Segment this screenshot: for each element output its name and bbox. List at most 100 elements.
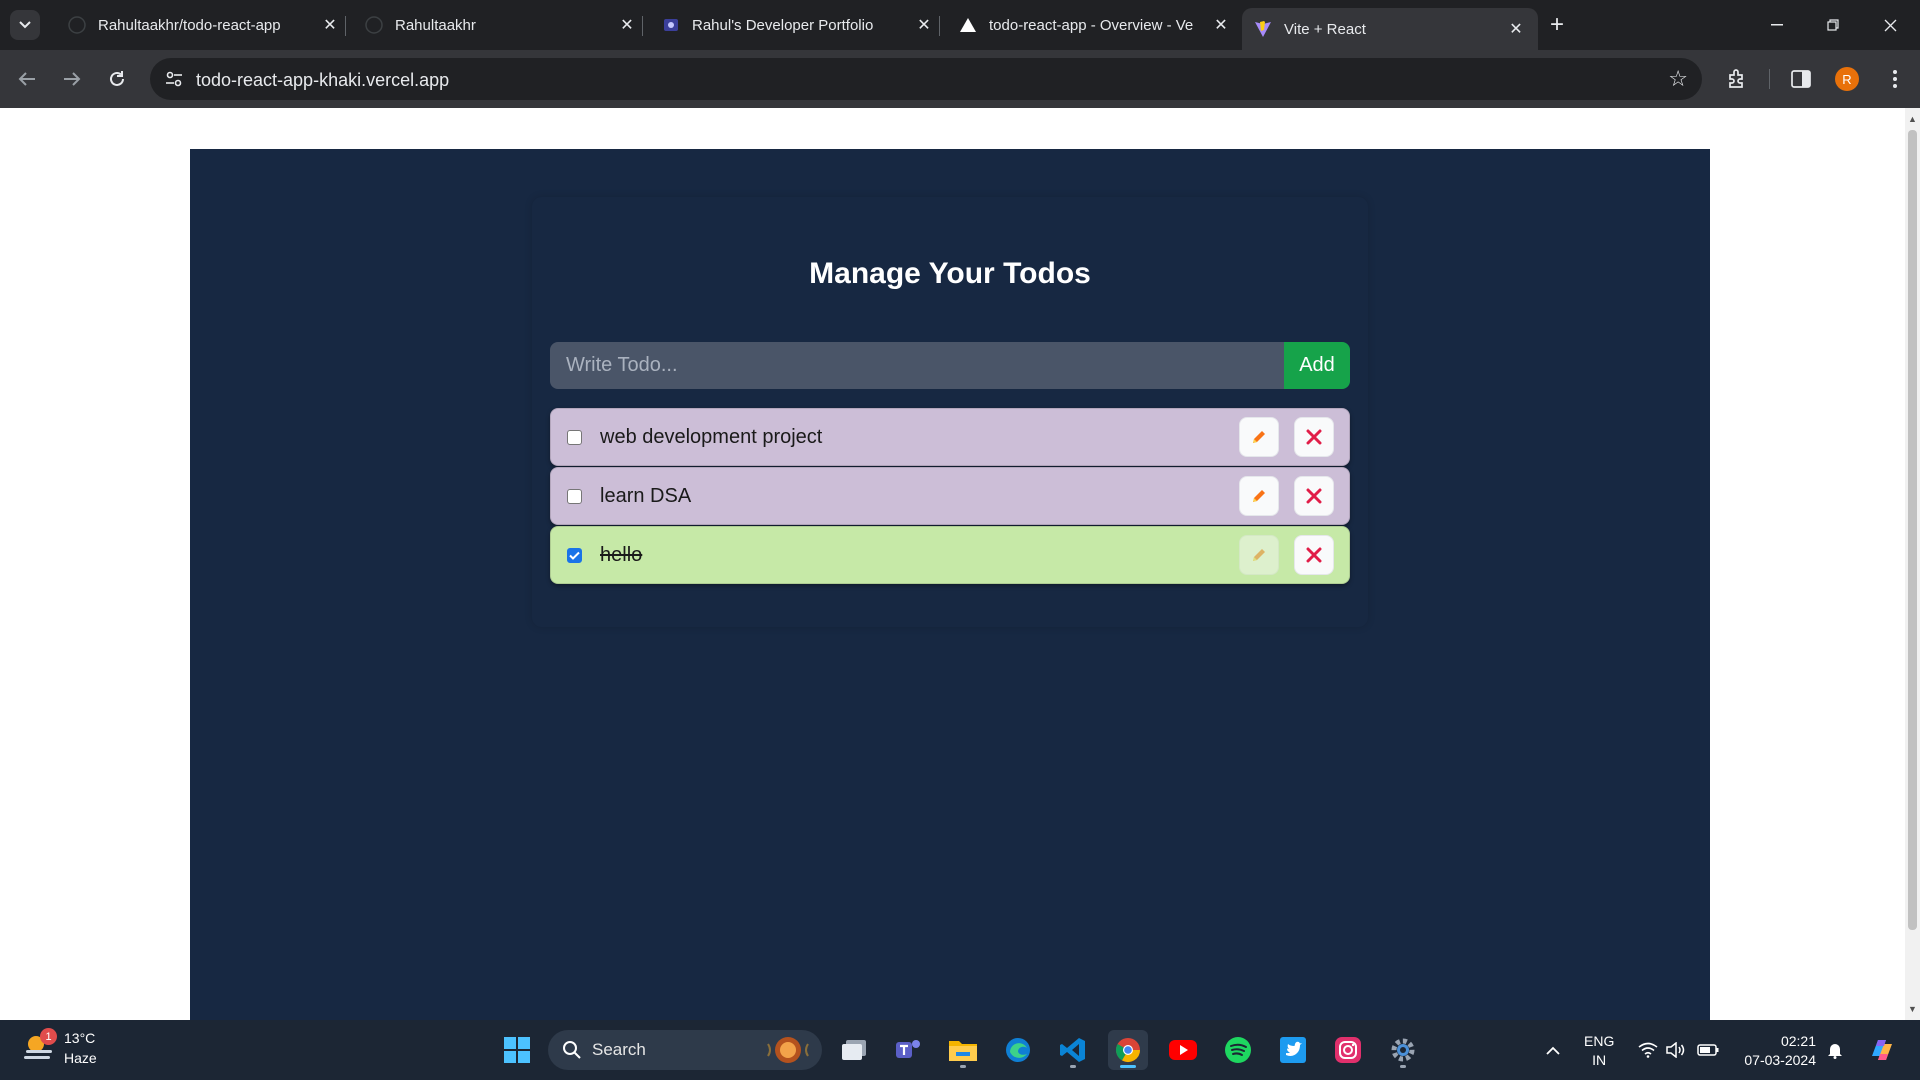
file-explorer-icon[interactable]: [943, 1030, 983, 1070]
extensions-icon[interactable]: [1722, 64, 1752, 94]
notification-bell-icon[interactable]: [1822, 1020, 1848, 1080]
minimize-button[interactable]: [1754, 8, 1800, 42]
back-button[interactable]: [10, 62, 44, 96]
settings-icon[interactable]: [1383, 1030, 1423, 1070]
haze-weather-icon: 1: [22, 1028, 58, 1066]
region-code: IN: [1592, 1052, 1607, 1068]
tab-separator: [642, 16, 643, 36]
edge-icon[interactable]: [998, 1030, 1038, 1070]
edit-button-disabled: [1239, 535, 1279, 575]
browser-toolbar: todo-react-app-khaki.vercel.app ☆: [0, 50, 1920, 108]
close-icon[interactable]: ✕: [320, 15, 340, 35]
running-indicator: [1070, 1065, 1076, 1068]
chrome-icon[interactable]: [1108, 1030, 1148, 1070]
side-panel-icon[interactable]: [1786, 64, 1816, 94]
wifi-icon[interactable]: [1634, 1020, 1662, 1080]
search-icon: [563, 1041, 581, 1059]
profile-avatar[interactable]: R: [1835, 67, 1859, 91]
task-view-icon[interactable]: [834, 1030, 874, 1070]
teams-icon[interactable]: [888, 1030, 928, 1070]
todo-text[interactable]: hello: [600, 544, 1239, 567]
language-indicator[interactable]: ENG IN: [1584, 1032, 1614, 1070]
pencil-icon: [1253, 431, 1265, 443]
restore-button[interactable]: [1810, 8, 1856, 42]
forward-button[interactable]: [55, 62, 89, 96]
vite-icon: [1254, 20, 1272, 38]
pencil-icon: [1253, 490, 1265, 502]
tab-github-profile[interactable]: Rahultaakhr ✕: [353, 8, 649, 42]
volume-icon[interactable]: [1662, 1020, 1690, 1080]
close-icon[interactable]: ✕: [914, 15, 934, 35]
new-tab-button[interactable]: +: [1542, 10, 1572, 40]
battery-icon[interactable]: [1694, 1020, 1722, 1080]
weather-widget[interactable]: 1 13°C Haze: [22, 1028, 97, 1068]
todo-text[interactable]: learn DSA: [600, 485, 1239, 508]
system-clock[interactable]: 02:21 07-03-2024: [1732, 1032, 1816, 1070]
chevron-down-icon: [19, 21, 31, 29]
bookmark-star-icon[interactable]: ☆: [1668, 66, 1688, 92]
tab-portfolio[interactable]: Rahul's Developer Portfolio ✕: [650, 8, 946, 42]
scroll-up-arrow-icon[interactable]: ▲: [1908, 114, 1917, 124]
copilot-icon[interactable]: [1864, 1020, 1900, 1080]
tab-strip: Rahultaakhr/todo-react-app ✕ Rahultaakhr…: [0, 0, 1920, 50]
running-indicator: [1120, 1065, 1136, 1068]
page-title: Manage Your Todos: [809, 257, 1091, 290]
url-text: todo-react-app-khaki.vercel.app: [196, 70, 450, 90]
weather-condition: Haze: [64, 1050, 97, 1066]
tab-title: Rahultaakhr: [395, 16, 476, 34]
windows-start-icon[interactable]: [497, 1030, 537, 1070]
search-label: Search: [592, 1040, 646, 1059]
tab-separator: [939, 16, 940, 36]
todo-checkbox-checked[interactable]: [567, 547, 582, 563]
notification-badge: 1: [40, 1028, 57, 1045]
windows-taskbar: 1 13°C Haze Search ENG IN 02:21 07-03-20…: [0, 1020, 1920, 1080]
menu-kebab-icon[interactable]: [1880, 64, 1910, 94]
scrollbar-thumb[interactable]: [1908, 130, 1917, 930]
edit-button[interactable]: [1239, 476, 1279, 516]
todo-text[interactable]: web development project: [600, 426, 1239, 449]
twitter-icon[interactable]: [1273, 1030, 1313, 1070]
vercel-icon: [959, 16, 977, 34]
show-hidden-icons-chevron-up-icon[interactable]: [1538, 1020, 1568, 1080]
tab-github-repo[interactable]: Rahultaakhr/todo-react-app ✕: [56, 8, 352, 42]
github-icon: [365, 16, 383, 34]
tab-vercel[interactable]: todo-react-app - Overview - Ve ✕: [947, 8, 1243, 42]
spotify-icon[interactable]: [1218, 1030, 1258, 1070]
close-icon[interactable]: ✕: [1506, 19, 1526, 39]
delete-button[interactable]: [1294, 417, 1334, 457]
close-window-button[interactable]: [1867, 8, 1913, 42]
arrow-right-icon: [64, 72, 81, 86]
reload-button[interactable]: [100, 62, 134, 96]
add-button[interactable]: Add: [1284, 342, 1350, 389]
reload-icon: [110, 71, 124, 86]
instagram-icon[interactable]: [1328, 1030, 1368, 1070]
taskbar-search[interactable]: Search: [548, 1030, 822, 1070]
running-indicator: [960, 1065, 966, 1068]
scroll-down-arrow-icon[interactable]: ▼: [1908, 1004, 1917, 1014]
todo-item: web development project: [550, 408, 1350, 466]
running-indicator: [1400, 1065, 1406, 1068]
search-highlight-icon: [758, 1034, 818, 1066]
delete-button[interactable]: [1294, 535, 1334, 575]
close-icon: [1306, 547, 1322, 563]
tab-vite-react[interactable]: Vite + React ✕: [1242, 8, 1538, 50]
page-scrollbar[interactable]: ▲ ▼: [1905, 108, 1920, 1020]
close-icon[interactable]: ✕: [1211, 15, 1231, 35]
todo-input[interactable]: [550, 342, 1284, 389]
pencil-icon: [1253, 549, 1265, 561]
delete-button[interactable]: [1294, 476, 1334, 516]
todo-checkbox[interactable]: [567, 488, 582, 504]
vscode-icon[interactable]: [1053, 1030, 1093, 1070]
site-info-icon[interactable]: [162, 67, 186, 91]
tab-search-button[interactable]: [10, 10, 40, 40]
edit-button[interactable]: [1239, 417, 1279, 457]
close-icon: [1306, 488, 1322, 504]
clock-time: 02:21: [1780, 1033, 1816, 1049]
todo-item: learn DSA: [550, 467, 1350, 525]
todo-checkbox[interactable]: [567, 429, 582, 445]
youtube-icon[interactable]: [1163, 1030, 1203, 1070]
address-bar[interactable]: todo-react-app-khaki.vercel.app ☆: [150, 58, 1702, 100]
close-icon[interactable]: ✕: [617, 15, 637, 35]
close-icon: [1884, 19, 1896, 31]
arrow-left-icon: [18, 72, 35, 86]
